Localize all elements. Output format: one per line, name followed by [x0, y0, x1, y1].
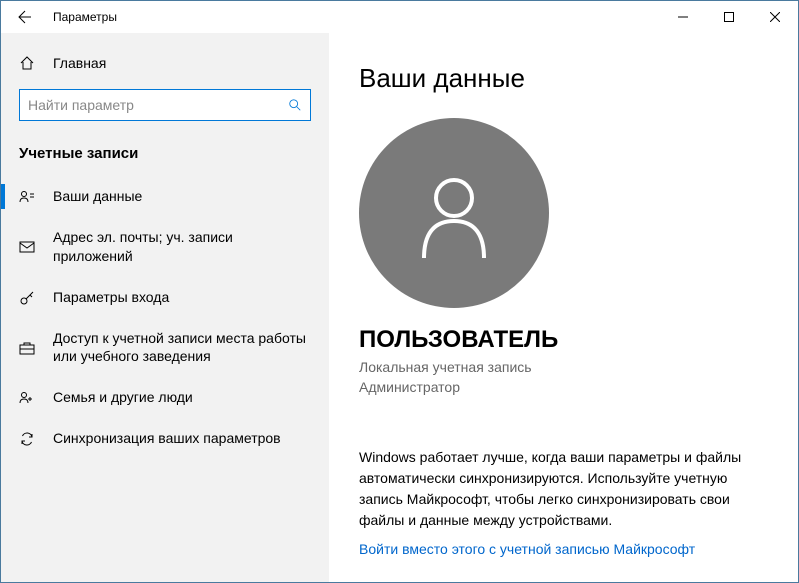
nav-label: Синхронизация ваших параметров: [53, 429, 311, 448]
avatar: [359, 118, 549, 308]
home-icon: [19, 55, 39, 71]
titlebar: Параметры: [1, 1, 798, 33]
close-button[interactable]: [752, 1, 798, 33]
page-title: Ваши данные: [359, 63, 768, 94]
minimize-button[interactable]: [660, 1, 706, 33]
sidebar-item-work-access[interactable]: Доступ к учетной записи места работы или…: [1, 318, 329, 378]
sidebar: Главная Учетные записи Ваши данные Адрес…: [1, 33, 329, 582]
sync-icon: [19, 431, 39, 447]
nav-label: Параметры входа: [53, 288, 311, 307]
nav-label: Адрес эл. почты; уч. записи приложений: [53, 228, 311, 266]
sidebar-item-email-accounts[interactable]: Адрес эл. почты; уч. записи приложений: [1, 217, 329, 277]
close-icon: [770, 12, 780, 22]
search-box[interactable]: [19, 89, 311, 121]
sidebar-item-signin-options[interactable]: Параметры входа: [1, 277, 329, 318]
person-icon: [404, 163, 504, 263]
account-type: Локальная учетная запись: [359, 358, 768, 378]
person-card-icon: [19, 189, 39, 205]
search-wrap: [1, 81, 329, 137]
section-title: Учетные записи: [1, 137, 329, 176]
window-controls: [660, 1, 798, 33]
minimize-icon: [678, 12, 688, 22]
back-button[interactable]: [1, 1, 49, 33]
nav-label: Ваши данные: [53, 187, 311, 206]
search-input[interactable]: [28, 97, 288, 113]
main-content: Ваши данные ПОЛЬЗОВАТЕЛЬ Локальная учетн…: [329, 33, 798, 582]
arrow-left-icon: [17, 9, 33, 25]
sidebar-item-your-info[interactable]: Ваши данные: [1, 176, 329, 217]
mail-icon: [19, 239, 39, 255]
search-icon: [288, 98, 302, 112]
maximize-button[interactable]: [706, 1, 752, 33]
briefcase-icon: [19, 340, 39, 356]
sync-description: Windows работает лучше, когда ваши парам…: [359, 447, 768, 531]
nav-label: Доступ к учетной записи места работы или…: [53, 329, 311, 367]
username: ПОЛЬЗОВАТЕЛЬ: [359, 326, 768, 354]
maximize-icon: [724, 12, 734, 22]
sidebar-item-sync[interactable]: Синхронизация ваших параметров: [1, 418, 329, 459]
home-nav[interactable]: Главная: [1, 45, 329, 81]
nav-label: Семья и другие люди: [53, 388, 311, 407]
sidebar-item-family[interactable]: Семья и другие люди: [1, 377, 329, 418]
home-label: Главная: [53, 55, 106, 71]
account-role: Администратор: [359, 378, 768, 398]
signin-microsoft-link[interactable]: Войти вместо этого с учетной записью Май…: [359, 541, 768, 557]
window-title: Параметры: [53, 10, 117, 24]
people-icon: [19, 390, 39, 406]
key-icon: [19, 290, 39, 306]
